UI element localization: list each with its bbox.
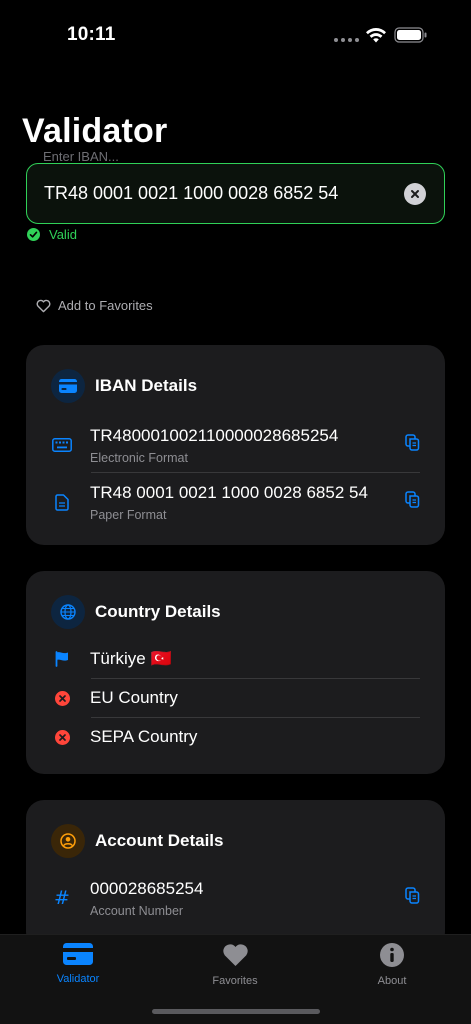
heart-icon <box>222 944 248 966</box>
tab-about-label: About <box>377 975 407 987</box>
heart-outline-icon <box>36 299 51 312</box>
home-indicator <box>152 1009 320 1014</box>
signal-icon <box>334 38 359 42</box>
country-details-title: Country Details <box>95 602 221 621</box>
country-value: Türkiye 🇹🇷 <box>90 649 172 668</box>
divider <box>91 472 420 473</box>
eu-country-row: EU Country <box>51 682 420 714</box>
iban-details-header: IBAN Details <box>51 369 197 403</box>
divider <box>91 678 420 679</box>
electronic-format-value: TR480001002110000028685254 <box>90 425 339 445</box>
account-details-header: Account Details <box>51 824 223 858</box>
country-details-header: Country Details <box>51 595 221 629</box>
keyboard-icon <box>51 438 73 452</box>
divider <box>91 717 420 718</box>
tab-favorites-label: Favorites <box>212 975 258 987</box>
sepa-country-row: SEPA Country <box>51 721 420 753</box>
clear-icon <box>411 190 419 198</box>
clear-button[interactable] <box>404 183 426 205</box>
sepa-country-value: SEPA Country <box>90 727 198 746</box>
tab-about[interactable]: About <box>342 943 442 987</box>
tab-validator-label: Validator <box>56 973 100 985</box>
add-to-favorites-button[interactable]: Add to Favorites <box>36 298 153 313</box>
iban-input-label: Enter IBAN... <box>43 149 119 164</box>
copy-icon <box>405 434 420 451</box>
copy-paper-button[interactable] <box>405 491 420 513</box>
x-circle-icon <box>51 690 73 706</box>
account-details-title: Account Details <box>95 831 224 850</box>
document-icon <box>51 493 73 511</box>
credit-card-icon <box>51 369 85 403</box>
tab-favorites[interactable]: Favorites <box>185 943 285 987</box>
status-bar: 10:11 <box>0 0 471 60</box>
electronic-format-label: Electronic Format <box>90 450 188 465</box>
electronic-format-row: TR480001002110000028685254 Electronic Fo… <box>51 423 420 467</box>
checkmark-icon <box>27 228 40 241</box>
copy-icon <box>405 491 420 508</box>
copy-icon <box>405 887 420 904</box>
info-icon <box>380 943 404 967</box>
paper-format-row: TR48 0001 0021 1000 0028 6852 54 Paper F… <box>51 480 420 524</box>
flag-icon <box>51 651 73 667</box>
battery-icon <box>394 27 427 43</box>
person-circle-icon <box>51 824 85 858</box>
globe-icon <box>51 595 85 629</box>
account-number-row: # 000028685254 Account Number <box>51 876 420 920</box>
status-time: 10:11 <box>67 24 116 45</box>
page-title: Validator <box>22 112 168 150</box>
card-icon <box>63 943 93 965</box>
paper-format-label: Paper Format <box>90 507 167 522</box>
iban-details-title: IBAN Details <box>95 376 198 395</box>
iban-input[interactable] <box>44 183 394 204</box>
x-circle-icon <box>51 729 73 745</box>
validation-status: Valid <box>27 227 77 242</box>
eu-country-value: EU Country <box>90 688 178 707</box>
hash-icon: # <box>54 887 70 909</box>
iban-field[interactable] <box>26 163 445 224</box>
tab-validator[interactable]: Validator <box>28 943 128 985</box>
account-number-label: Account Number <box>90 903 184 918</box>
iban-details-card: IBAN Details TR480001002110000028685254 … <box>26 345 445 545</box>
wifi-icon <box>366 27 386 43</box>
add-to-favorites-label: Add to Favorites <box>58 298 153 313</box>
country-row: Türkiye 🇹🇷 <box>51 643 420 675</box>
account-details-card: Account Details # 000028685254 Account N… <box>26 800 445 950</box>
country-details-card: Country Details Türkiye 🇹🇷 EU Country SE… <box>26 571 445 774</box>
validation-text: Valid <box>49 227 77 242</box>
copy-account-button[interactable] <box>405 887 420 909</box>
copy-electronic-button[interactable] <box>405 434 420 456</box>
paper-format-value: TR48 0001 0021 1000 0028 6852 54 <box>90 482 368 502</box>
account-number-value: 000028685254 <box>90 878 204 898</box>
